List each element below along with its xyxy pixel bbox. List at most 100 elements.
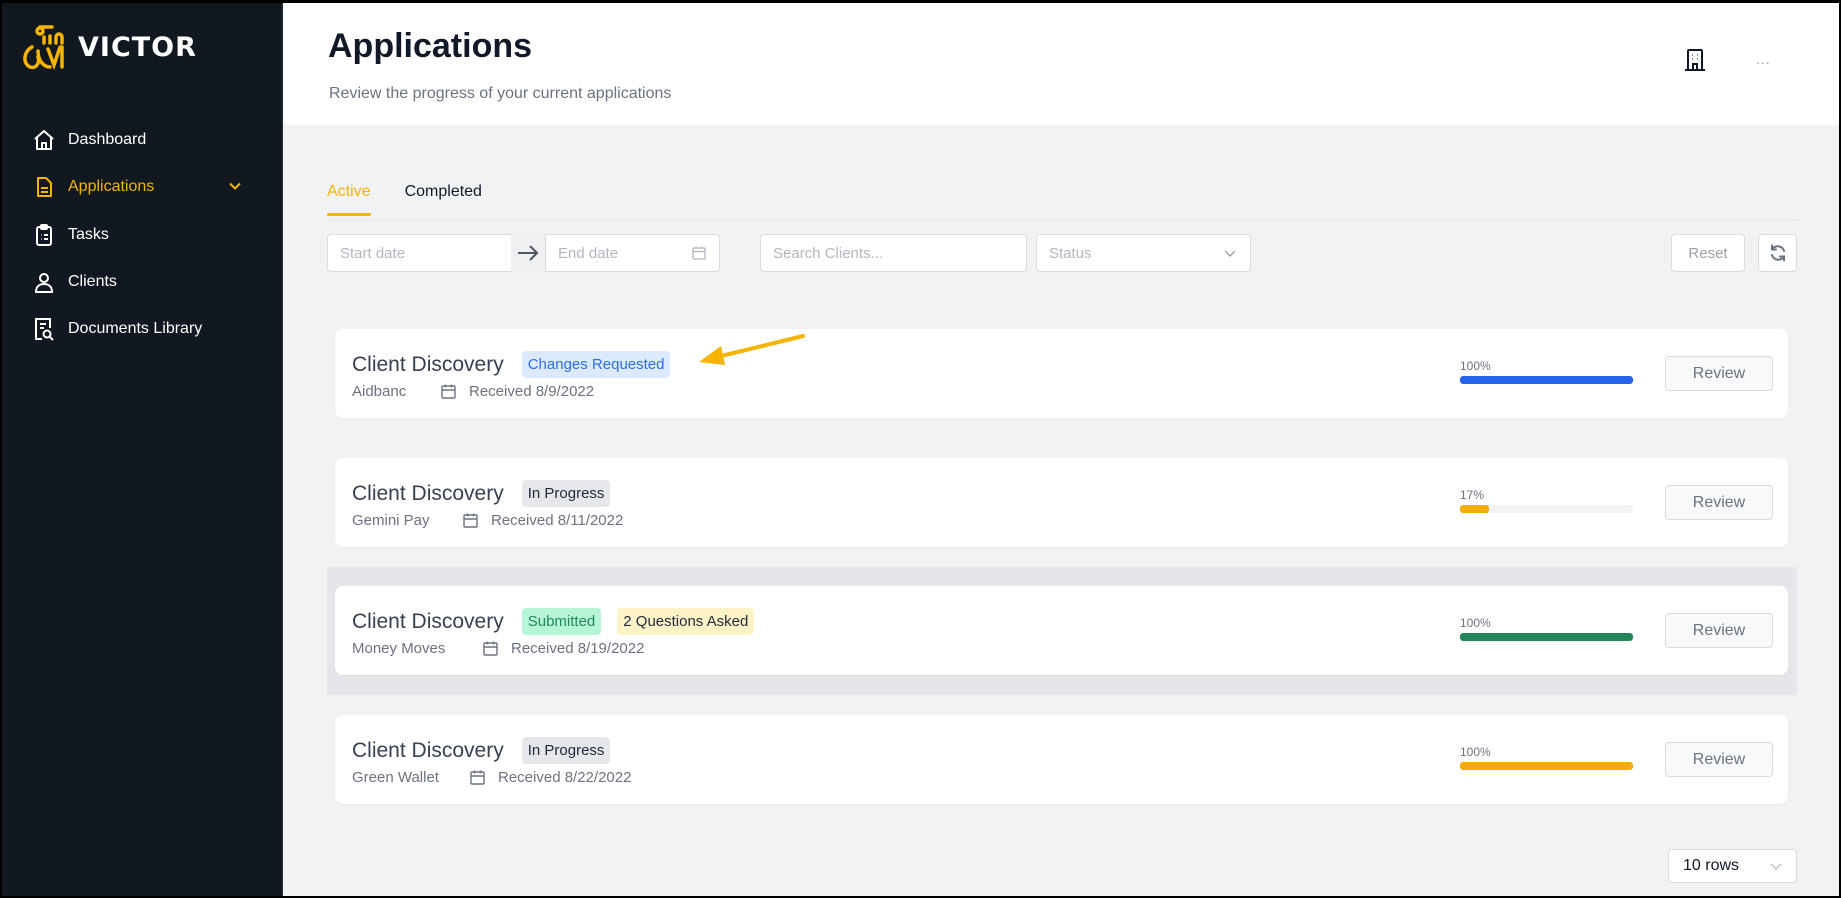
sidebar-item-label: Clients	[68, 273, 117, 290]
sidebar-item-dashboard[interactable]: Dashboard	[32, 125, 252, 155]
building-icon[interactable]	[1682, 47, 1708, 73]
calendar-icon	[441, 384, 456, 399]
client-name: Gemini Pay	[352, 512, 430, 529]
received-date: Received 8/9/2022	[469, 383, 595, 400]
end-date-placeholder: End date	[558, 244, 619, 262]
application-meta: Aidbanc Received 8/9/2022	[352, 383, 594, 400]
sidebar: VICTOR Dashboard Applications Tasks Clie…	[2, 3, 283, 896]
status-badge: In Progress	[521, 480, 611, 507]
status-placeholder: Status	[1049, 244, 1092, 262]
application-title-row: Client Discovery In Progress	[352, 737, 611, 764]
refresh-button[interactable]	[1758, 234, 1797, 272]
progress-track	[1460, 762, 1633, 770]
tab-active[interactable]: Active	[327, 183, 371, 216]
tab-completed[interactable]: Completed	[405, 183, 482, 216]
review-button[interactable]: Review	[1665, 613, 1773, 648]
progress-fill	[1460, 762, 1633, 770]
logo[interactable]: VICTOR	[18, 21, 197, 73]
sidebar-item-label: Documents Library	[68, 320, 203, 337]
page-header: Applications Review the progress of your…	[284, 3, 1839, 125]
review-button[interactable]: Review	[1665, 356, 1773, 391]
progress-label: 100%	[1460, 745, 1491, 759]
start-date-input[interactable]: Start date	[327, 234, 513, 272]
rows-per-page-select[interactable]: 10 rows	[1668, 849, 1797, 883]
start-date-placeholder: Start date	[340, 244, 406, 262]
application-title-row: Client Discovery In Progress	[352, 480, 611, 507]
progress: 17%	[1460, 488, 1633, 513]
received-date: Received 8/19/2022	[511, 640, 645, 657]
application-title: Client Discovery	[352, 352, 504, 376]
annotation-arrow-icon	[699, 334, 805, 365]
end-date-input[interactable]: End date	[545, 234, 720, 272]
progress-track	[1460, 376, 1633, 384]
received-date: Received 8/22/2022	[498, 769, 632, 786]
search-clients-input[interactable]: Search Clients...	[760, 234, 1027, 272]
search-clients-placeholder: Search Clients...	[773, 244, 884, 262]
document-icon	[32, 175, 56, 199]
review-button[interactable]: Review	[1665, 485, 1773, 520]
application-meta: Money Moves Received 8/19/2022	[352, 640, 644, 657]
tabs-divider	[327, 219, 1799, 220]
clipboard-icon	[32, 223, 56, 247]
reset-button[interactable]: Reset	[1671, 234, 1745, 272]
progress-fill	[1460, 376, 1633, 384]
application-title: Client Discovery	[352, 481, 504, 505]
application-card: Client Discovery In Progress Green Walle…	[335, 715, 1788, 804]
application-title: Client Discovery	[352, 609, 504, 633]
progress-label: 100%	[1460, 616, 1491, 630]
sidebar-item-applications[interactable]: Applications	[32, 172, 252, 202]
more-options-button[interactable]: ...	[1756, 51, 1771, 67]
progress-fill	[1460, 505, 1490, 513]
calendar-icon	[463, 513, 478, 528]
calendar-icon	[692, 246, 706, 260]
refresh-icon	[1770, 244, 1785, 262]
calendar-icon	[470, 770, 485, 785]
app-name: VICTOR	[78, 31, 197, 63]
sidebar-item-label: Applications	[68, 178, 155, 195]
progress-label: 100%	[1460, 359, 1491, 373]
date-range-separator	[511, 234, 545, 272]
progress-track	[1460, 633, 1633, 641]
status-select[interactable]: Status	[1036, 234, 1251, 272]
home-icon	[32, 128, 56, 152]
application-card: Client Discovery Submitted 2 Questions As…	[335, 586, 1788, 675]
status-badge: 2 Questions Asked	[617, 608, 755, 635]
application-title-row: Client Discovery Changes Requested	[352, 351, 671, 378]
chevron-down-icon	[1224, 250, 1236, 257]
arrow-right-icon	[518, 245, 539, 261]
client-name: Money Moves	[352, 640, 446, 657]
sidebar-item-label: Tasks	[68, 226, 109, 243]
app-window: VICTOR Dashboard Applications Tasks Clie…	[2, 3, 1839, 896]
application-title: Client Discovery	[352, 738, 504, 762]
application-card: Client Discovery In Progress Gemini Pay …	[335, 458, 1788, 547]
user-icon	[32, 270, 56, 294]
progress-track	[1460, 505, 1633, 513]
sidebar-item-label: Dashboard	[68, 131, 147, 148]
chevron-down-icon[interactable]	[228, 179, 242, 193]
lion-logo-icon	[23, 25, 64, 71]
status-badge: In Progress	[521, 737, 611, 764]
sidebar-item-tasks[interactable]: Tasks	[32, 220, 252, 250]
application-title-row: Client Discovery Submitted 2 Questions As…	[352, 608, 755, 635]
page-title: Applications	[328, 27, 533, 65]
tabs: Active Completed	[327, 183, 482, 216]
rows-per-page-value: 10 rows	[1683, 857, 1740, 874]
status-badge: Submitted	[521, 608, 602, 635]
progress-label: 17%	[1460, 488, 1485, 502]
progress: 100%	[1460, 359, 1633, 384]
progress-fill	[1460, 633, 1633, 641]
client-name: Aidbanc	[352, 383, 407, 400]
progress: 100%	[1460, 616, 1633, 641]
review-button[interactable]: Review	[1665, 742, 1773, 777]
sidebar-item-documents-library[interactable]: Documents Library	[32, 314, 252, 344]
client-name: Green Wallet	[352, 769, 439, 786]
application-meta: Green Wallet Received 8/22/2022	[352, 769, 631, 786]
status-badge: Changes Requested	[521, 351, 671, 378]
sidebar-item-clients[interactable]: Clients	[32, 267, 252, 297]
received-date: Received 8/11/2022	[491, 512, 624, 529]
chevron-down-icon	[1770, 863, 1782, 870]
calendar-icon	[483, 641, 498, 656]
application-meta: Gemini Pay Received 8/11/2022	[352, 512, 623, 529]
progress: 100%	[1460, 745, 1633, 770]
document-search-icon	[32, 317, 56, 341]
